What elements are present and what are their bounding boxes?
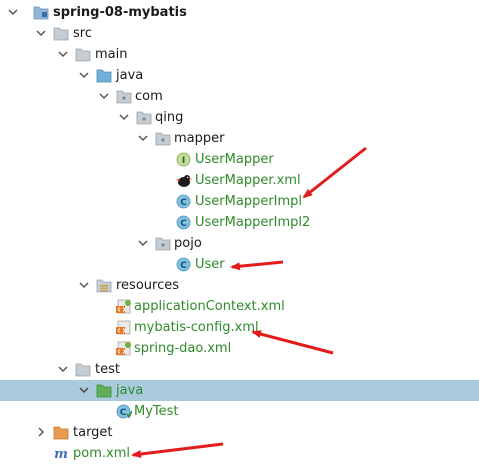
- tree-row-qing[interactable]: qing: [0, 107, 479, 128]
- folder-label: resources: [116, 278, 180, 293]
- tree-row-usermapper[interactable]: I UserMapper: [0, 149, 479, 170]
- class-icon: C: [176, 194, 191, 209]
- chevron-down-icon[interactable]: [57, 363, 69, 375]
- test-class-icon: C: [116, 404, 132, 419]
- tree-row-pojo[interactable]: pojo: [0, 233, 479, 254]
- folder-icon: [75, 363, 91, 377]
- file-label: User: [195, 257, 225, 272]
- svg-text:m: m: [54, 447, 68, 461]
- chevron-down-icon[interactable]: [137, 237, 149, 249]
- chevron-down-icon[interactable]: [35, 27, 47, 39]
- tree-row-user[interactable]: C User: [0, 254, 479, 275]
- folder-label: main: [95, 47, 128, 62]
- package-label: pojo: [174, 236, 202, 251]
- excluded-folder-icon: [53, 426, 69, 440]
- tree-row-applicationcontext[interactable]: applicationContext.xml: [0, 296, 479, 317]
- tree-row-java-main[interactable]: java: [0, 65, 479, 86]
- file-label: UserMapper.xml: [195, 173, 301, 188]
- file-label: MyTest: [134, 404, 179, 419]
- tree-row-mybatis-config[interactable]: mybatis-config.xml: [0, 317, 479, 338]
- chevron-down-icon[interactable]: [78, 279, 90, 291]
- project-name: spring-08-mybatis: [53, 5, 187, 20]
- package-label: qing: [155, 110, 184, 125]
- package-icon: [155, 237, 171, 251]
- resources-folder-icon: [96, 279, 112, 293]
- tree-row-mapper[interactable]: mapper: [0, 128, 479, 149]
- tree-row-usermapper-xml[interactable]: UserMapper.xml: [0, 170, 479, 191]
- tree-row-main[interactable]: main: [0, 44, 479, 65]
- file-label: UserMapperImpl: [195, 194, 303, 209]
- tree-row-project[interactable]: spring-08-mybatis: [0, 2, 479, 23]
- file-label: mybatis-config.xml: [134, 320, 259, 335]
- chevron-down-icon[interactable]: [57, 48, 69, 60]
- chevron-down-icon[interactable]: [137, 132, 149, 144]
- file-label: applicationContext.xml: [134, 299, 285, 314]
- tree-row-src[interactable]: src: [0, 23, 479, 44]
- chevron-down-icon[interactable]: [7, 6, 19, 18]
- file-label: UserMapperImpl2: [195, 215, 311, 230]
- tree-row-com[interactable]: com: [0, 86, 479, 107]
- class-icon: C: [176, 257, 191, 272]
- chevron-down-icon[interactable]: [78, 384, 90, 396]
- chevron-down-icon[interactable]: [98, 90, 110, 102]
- file-label: pom.xml: [73, 446, 130, 461]
- chevron-right-icon[interactable]: [35, 426, 47, 438]
- source-folder-icon: [96, 69, 112, 83]
- test-source-folder-icon: [96, 384, 112, 398]
- tree-row-usermapperimpl[interactable]: C UserMapperImpl: [0, 191, 479, 212]
- interface-icon: I: [176, 152, 191, 167]
- svg-text:C: C: [180, 219, 187, 229]
- xml-file-icon: [116, 320, 131, 335]
- package-icon: [136, 111, 152, 125]
- folder-label: java: [116, 68, 144, 83]
- tree-row-usermapperimpl2[interactable]: C UserMapperImpl2: [0, 212, 479, 233]
- module-folder-icon: [33, 6, 49, 20]
- file-label: UserMapper: [195, 152, 274, 167]
- project-tree: spring-08-mybatis src main java com qing…: [0, 0, 479, 467]
- chevron-down-icon[interactable]: [78, 69, 90, 81]
- svg-text:C: C: [180, 198, 187, 208]
- svg-text:C: C: [180, 261, 187, 271]
- maven-icon: m: [54, 447, 68, 461]
- package-label: com: [135, 89, 163, 104]
- folder-icon: [75, 48, 91, 62]
- tree-row-resources[interactable]: resources: [0, 275, 479, 296]
- tree-row-pom[interactable]: m pom.xml: [0, 443, 479, 464]
- tree-row-target[interactable]: target: [0, 422, 479, 443]
- tree-row-spring-dao[interactable]: spring-dao.xml: [0, 338, 479, 359]
- class-icon: C: [176, 215, 191, 230]
- file-label: spring-dao.xml: [134, 341, 232, 356]
- package-icon: [116, 90, 132, 104]
- chevron-down-icon[interactable]: [118, 111, 130, 123]
- mybatis-bird-icon: [176, 175, 192, 187]
- spring-xml-icon: [116, 299, 131, 314]
- svg-text:I: I: [182, 156, 185, 166]
- folder-label: target: [73, 425, 113, 440]
- tree-row-mytest[interactable]: C MyTest: [0, 401, 479, 422]
- folder-label: java: [116, 383, 144, 398]
- package-label: mapper: [174, 131, 225, 146]
- package-icon: [155, 132, 171, 146]
- folder-label: src: [73, 26, 92, 41]
- svg-text:C: C: [120, 408, 127, 418]
- tree-row-java-test[interactable]: java: [0, 380, 479, 401]
- folder-icon: [53, 27, 69, 41]
- tree-row-test[interactable]: test: [0, 359, 479, 380]
- spring-xml-icon: [116, 341, 131, 356]
- folder-label: test: [95, 362, 120, 377]
